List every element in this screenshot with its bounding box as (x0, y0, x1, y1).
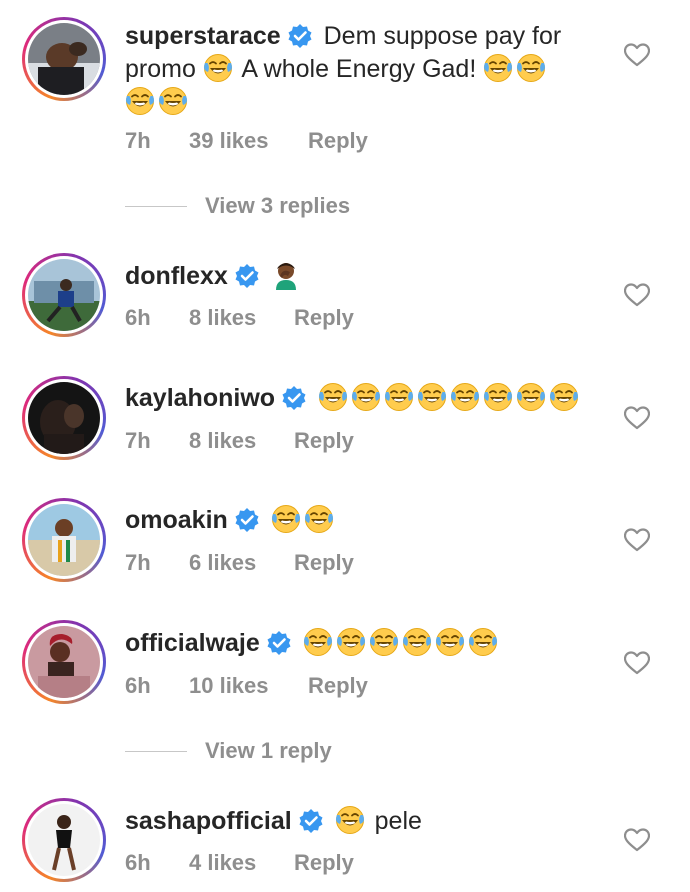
laugh-emoji-icon (450, 382, 480, 412)
verified-badge-icon (233, 263, 260, 289)
laugh-emoji-icon (318, 382, 348, 412)
avatar-story-ring[interactable] (22, 620, 106, 704)
heart-outline-icon[interactable] (624, 43, 650, 67)
verified-badge-icon (265, 630, 292, 656)
reply-button[interactable]: Reply (294, 305, 354, 331)
reply-button[interactable]: Reply (294, 428, 354, 454)
laugh-emoji-icon (483, 382, 513, 412)
comment-text: pele (374, 807, 422, 835)
view-replies-button[interactable]: View 1 reply (125, 736, 332, 766)
avatar[interactable] (28, 23, 100, 95)
divider (125, 205, 187, 207)
comment-time: 6h (125, 850, 151, 875)
view-replies-label[interactable]: View 3 replies (205, 193, 350, 219)
divider (125, 750, 187, 752)
reply-button[interactable]: Reply (308, 673, 368, 699)
avatar[interactable] (28, 804, 100, 876)
comment-likes[interactable]: 8 likes (189, 428, 256, 454)
avatar[interactable] (28, 626, 100, 698)
comment-username[interactable]: kaylahoniwo (125, 384, 275, 412)
verified-badge-icon (233, 507, 260, 533)
laugh-emoji-icon (158, 86, 188, 116)
view-replies-label[interactable]: View 1 reply (205, 738, 332, 764)
comment-text: A whole Energy Gad! (241, 55, 477, 83)
avatar-story-ring[interactable] (22, 376, 106, 460)
facepalm-emoji-icon (271, 260, 301, 290)
laugh-emoji-icon (434, 627, 465, 657)
comment-text: promo (125, 55, 196, 83)
avatar-story-ring[interactable] (22, 798, 106, 882)
avatar[interactable] (28, 382, 100, 454)
comment-username[interactable]: donflexx (125, 262, 228, 290)
laugh-emoji-icon (384, 382, 414, 412)
laugh-emoji-icon (549, 382, 579, 412)
laugh-emoji-icon (270, 504, 301, 534)
reply-button[interactable]: Reply (308, 128, 368, 154)
laugh-emoji-icon (302, 627, 333, 657)
comment-likes[interactable]: 8 likes (189, 305, 256, 331)
avatar-story-ring[interactable] (22, 498, 106, 582)
view-replies-button[interactable]: View 3 replies (125, 191, 350, 221)
verified-badge-icon (286, 23, 313, 49)
comment-time: 7h (125, 550, 151, 575)
comment-likes[interactable]: 39 likes (189, 128, 269, 154)
laugh-emoji-icon (483, 53, 514, 83)
comment-time: 7h (125, 128, 151, 153)
heart-outline-icon[interactable] (624, 828, 650, 852)
avatar-story-ring[interactable] (22, 253, 106, 337)
laugh-emoji-icon (401, 627, 432, 657)
comment-time: 7h (125, 428, 151, 453)
heart-outline-icon[interactable] (624, 651, 650, 675)
laugh-emoji-icon (202, 53, 233, 83)
avatar[interactable] (28, 259, 100, 331)
heart-outline-icon[interactable] (624, 528, 650, 552)
laugh-emoji-icon (417, 382, 447, 412)
reply-button[interactable]: Reply (294, 550, 354, 576)
laugh-emoji-icon (467, 627, 498, 657)
comment-username[interactable]: superstarace (125, 22, 281, 50)
heart-outline-icon[interactable] (624, 406, 650, 430)
laugh-emoji-icon (516, 53, 547, 83)
comment-likes[interactable]: 6 likes (189, 550, 256, 576)
comment-likes[interactable]: 4 likes (189, 850, 256, 876)
comment-username[interactable]: sashapofficial (125, 807, 292, 835)
verified-badge-icon (297, 808, 324, 834)
laugh-emoji-icon (335, 627, 366, 657)
comment-username[interactable]: omoakin (125, 506, 228, 534)
laugh-emoji-icon (303, 504, 334, 534)
laugh-emoji-icon (125, 86, 155, 116)
comment-text: Dem suppose pay for (323, 22, 562, 50)
laugh-emoji-icon (334, 805, 365, 835)
avatar[interactable] (28, 504, 100, 576)
laugh-emoji-icon (368, 627, 399, 657)
comment-username[interactable]: officialwaje (125, 629, 260, 657)
comment-likes[interactable]: 10 likes (189, 673, 269, 699)
avatar-story-ring[interactable] (22, 17, 106, 101)
heart-outline-icon[interactable] (624, 283, 650, 307)
verified-badge-icon (281, 385, 307, 411)
comment-time: 6h (125, 305, 151, 330)
laugh-emoji-icon (516, 382, 546, 412)
laugh-emoji-icon (351, 382, 381, 412)
comment-time: 6h (125, 673, 151, 698)
reply-button[interactable]: Reply (294, 850, 354, 876)
